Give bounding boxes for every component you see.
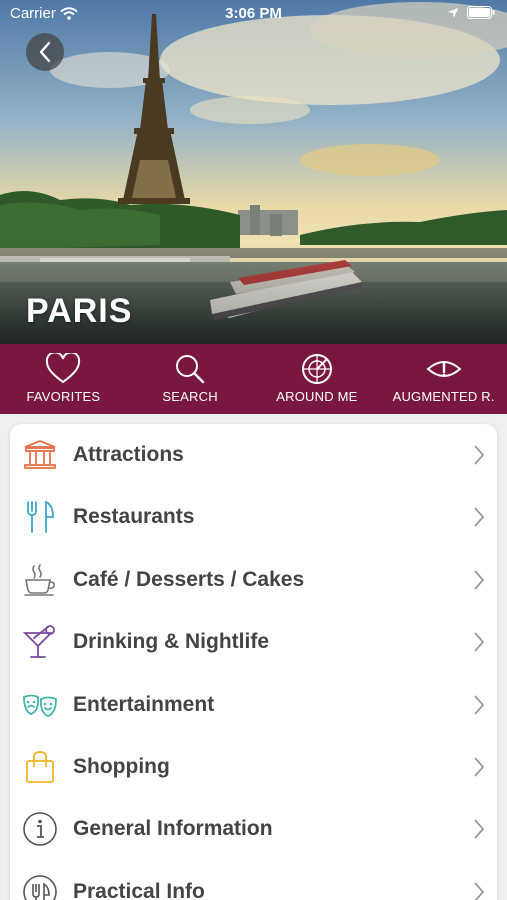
chevron-right-icon (474, 882, 485, 900)
around-me-label: AROUND ME (276, 389, 358, 404)
status-bar: Carrier 3:06 PM (0, 0, 507, 28)
category-list: Attractions Restaurants Café / Desserts … (10, 424, 497, 900)
action-toolbar: FAVORITES SEARCH AROUND ME AUGMENTED R. (0, 344, 507, 414)
city-title: PARIS (26, 292, 133, 330)
list-item-general-information[interactable]: General Information (10, 798, 497, 860)
list-item-cafe[interactable]: Café / Desserts / Cakes (10, 549, 497, 611)
chevron-left-icon (39, 41, 51, 63)
chevron-right-icon (474, 570, 485, 590)
around-me-button[interactable]: AROUND ME (254, 344, 381, 414)
practical-info-icon (23, 874, 57, 900)
list-item-entertainment[interactable]: Entertainment (10, 674, 497, 736)
list-item-label: Restaurants (73, 505, 195, 529)
favorites-label: FAVORITES (26, 389, 101, 404)
coffee-cup-icon (24, 563, 55, 596)
augmented-reality-button[interactable]: AUGMENTED R. (380, 344, 507, 414)
cocktail-icon (22, 625, 55, 659)
radar-icon (301, 354, 332, 384)
list-item-restaurants[interactable]: Restaurants (10, 486, 497, 548)
list-item-label: Café / Desserts / Cakes (73, 567, 305, 591)
info-icon (23, 812, 57, 847)
chevron-right-icon (474, 757, 485, 777)
chevron-right-icon (474, 819, 485, 839)
chevron-right-icon (474, 694, 485, 715)
chevron-right-icon (474, 445, 485, 465)
list-item-label: Entertainment (73, 692, 215, 716)
list-item-label: Shopping (73, 754, 170, 778)
chevron-right-icon (474, 507, 485, 527)
clock: 3:06 PM (225, 5, 282, 22)
back-button[interactable] (26, 33, 64, 71)
hero-image: Carrier 3:06 PM PARIS (0, 0, 507, 344)
list-item-label: Attractions (73, 443, 184, 466)
eye-icon (426, 361, 462, 377)
chevron-right-icon (474, 632, 485, 652)
list-item-label: Drinking & Nightlife (73, 630, 269, 654)
list-item-drinking-nightlife[interactable]: Drinking & Nightlife (10, 611, 497, 673)
search-button[interactable]: SEARCH (127, 344, 254, 414)
heart-icon (46, 353, 81, 384)
museum-icon (24, 440, 56, 469)
search-label: SEARCH (162, 389, 218, 404)
shopping-bag-icon (26, 751, 54, 783)
list-item-label: General Information (73, 817, 273, 841)
augmented-reality-label: AUGMENTED R. (392, 389, 495, 404)
battery-icon (467, 6, 495, 19)
list-item-shopping[interactable]: Shopping (10, 736, 497, 798)
list-item-label: Practical Info (73, 879, 205, 900)
list-item-practical-info[interactable]: Practical Info (10, 861, 497, 900)
search-icon (176, 355, 205, 384)
list-item-attractions[interactable]: Attractions (10, 424, 497, 486)
favorites-button[interactable]: FAVORITES (0, 344, 127, 414)
theater-masks-icon (23, 694, 57, 717)
fork-knife-icon (27, 501, 54, 534)
location-arrow-icon (448, 7, 458, 18)
